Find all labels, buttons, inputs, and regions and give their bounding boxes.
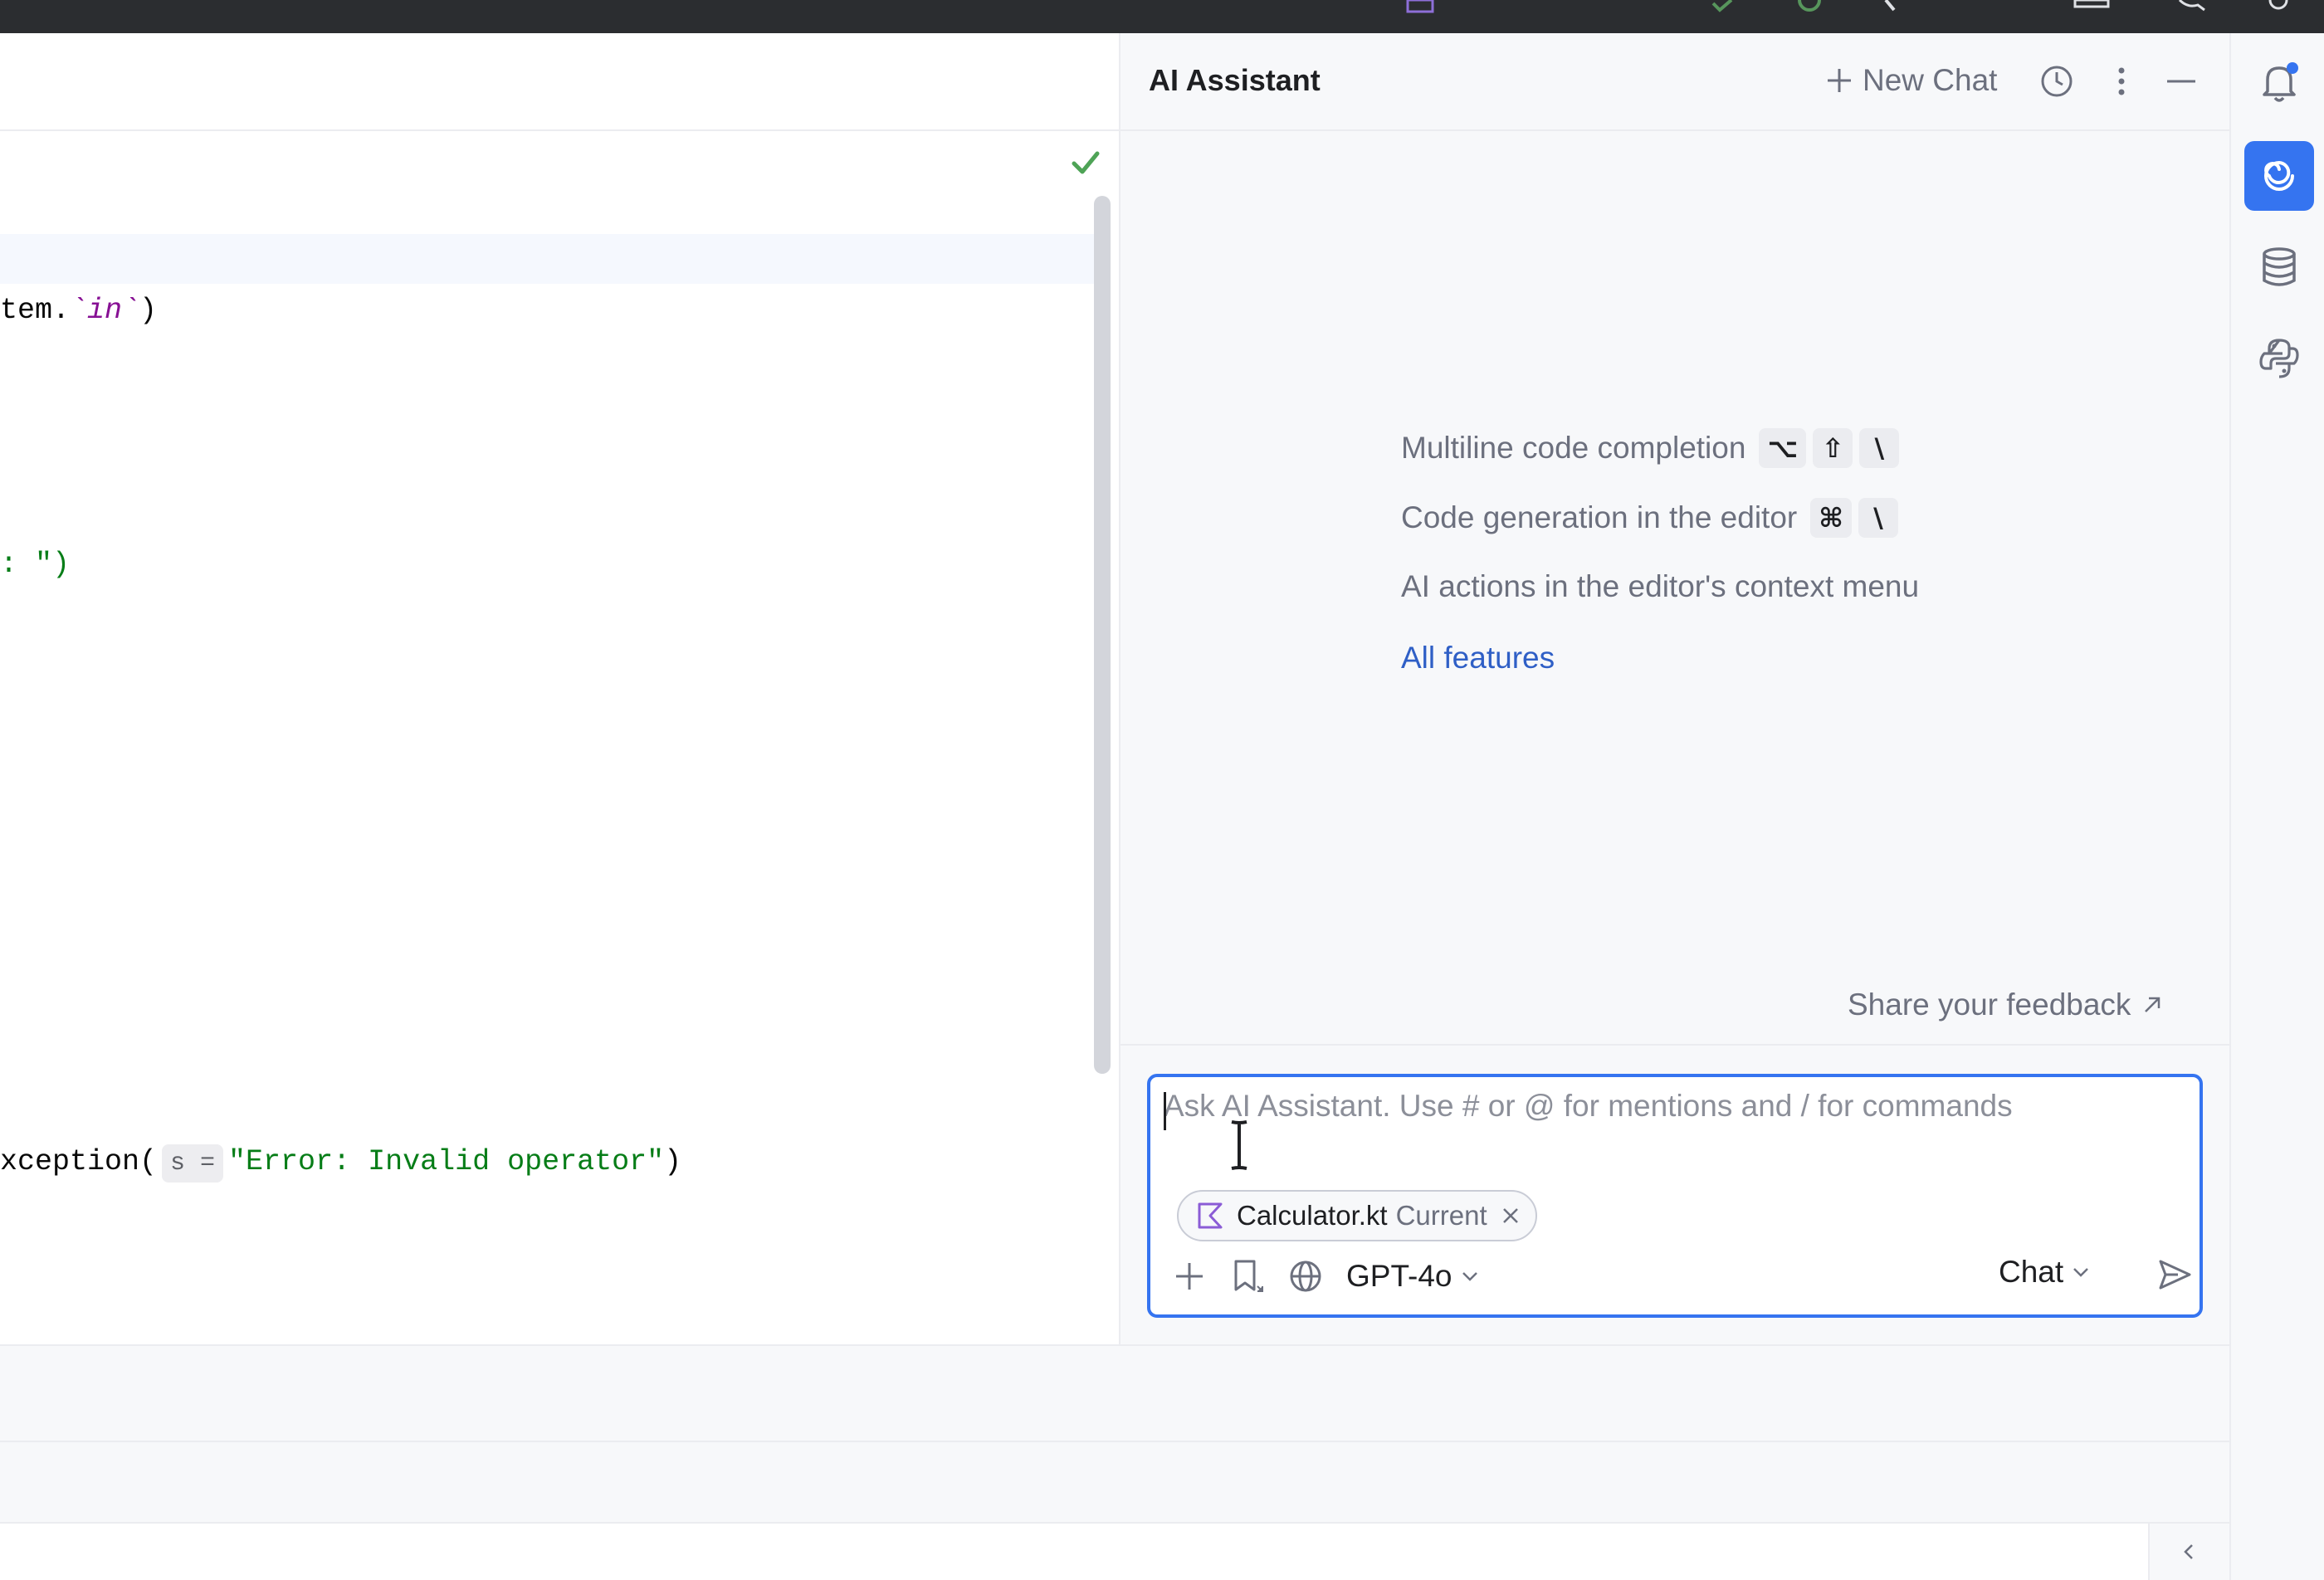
feature-code-generation: Code generation in the editor ⌘ \ xyxy=(1401,498,1898,538)
new-chat-button[interactable]: New Chat xyxy=(1824,60,1997,101)
chevron-left-icon xyxy=(2184,1544,2193,1559)
text-caret xyxy=(1164,1092,1166,1130)
current-line-highlight xyxy=(0,234,1096,284)
context-file-chip[interactable]: Calculator.kt Current xyxy=(1177,1190,1537,1241)
chat-input-box[interactable]: Ask AI Assistant. Use # or @ for mention… xyxy=(1147,1074,2203,1318)
debug-icon[interactable] xyxy=(1881,0,1906,17)
share-feedback-link[interactable]: Share your feedback xyxy=(1848,988,2164,1022)
code-line[interactable]: tem.`in`) xyxy=(0,285,157,335)
editor-scrollbar[interactable] xyxy=(1094,196,1111,1074)
panel-title: AI Assistant xyxy=(1149,63,1321,97)
tool-window-bar xyxy=(0,1441,2229,1522)
model-selector[interactable]: GPT-4o xyxy=(1346,1259,1481,1294)
chevron-down-icon xyxy=(2073,1268,2089,1277)
database-icon[interactable] xyxy=(2244,232,2314,302)
plus-icon xyxy=(1828,69,1851,92)
vcs-check-icon[interactable] xyxy=(1710,0,1735,17)
text-cursor-icon xyxy=(1231,1120,1247,1170)
ai-assistant-icon[interactable] xyxy=(2244,141,2314,211)
key-backslash: \ xyxy=(1859,428,1900,468)
key-shift: ⇧ xyxy=(1813,428,1853,468)
key-command: ⌘ xyxy=(1810,498,1852,538)
code-line[interactable]: xception(s = "Error: Invalid operator") xyxy=(0,1137,681,1187)
chat-input-placeholder[interactable]: Ask AI Assistant. Use # or @ for mention… xyxy=(1164,1089,2160,1124)
key-backslash: \ xyxy=(1858,498,1898,538)
all-features-link[interactable]: All features xyxy=(1401,641,1555,675)
tool-window-bar xyxy=(0,1344,2229,1441)
title-bar xyxy=(0,0,2324,33)
python-icon[interactable] xyxy=(2244,324,2314,393)
right-tool-strip xyxy=(2229,33,2324,1580)
prompt-library-icon[interactable] xyxy=(1228,1257,1267,1295)
code-line[interactable]: : ") xyxy=(0,539,70,589)
status-bar xyxy=(0,1522,2148,1580)
shortcut-keys: ⌘ \ xyxy=(1810,498,1898,538)
notifications-icon[interactable] xyxy=(2244,48,2314,118)
panel-header: AI Assistant New Chat xyxy=(1120,33,2231,131)
project-icon[interactable] xyxy=(1403,0,1439,17)
new-chat-label: New Chat xyxy=(1863,63,1998,97)
input-toolbar: GPT-4o xyxy=(1170,1251,1481,1301)
chevron-down-icon xyxy=(1462,1272,1477,1281)
kotlin-file-icon xyxy=(1198,1202,1223,1229)
history-icon[interactable] xyxy=(2038,63,2075,100)
model-name: GPT-4o xyxy=(1346,1259,1452,1293)
ai-assistant-panel: AI Assistant New Chat Multiline code com… xyxy=(1119,33,2231,1344)
divider xyxy=(1120,1044,2231,1046)
chat-mode-selector[interactable]: Chat xyxy=(1999,1255,2092,1290)
editor-tab-bar xyxy=(0,33,1119,131)
shortcut-keys: ⌥ ⇧ \ xyxy=(1759,428,1900,468)
ide-window: tem.`in`) : ") xception(s = "Error: Inval… xyxy=(0,0,2324,1580)
chip-file-name: Calculator.kt xyxy=(1237,1200,1388,1231)
search-icon[interactable] xyxy=(2171,0,2208,17)
external-arrow-icon xyxy=(2145,997,2160,1012)
more-vertical-icon[interactable] xyxy=(2103,63,2140,100)
chip-tag: Current xyxy=(1395,1200,1487,1231)
feature-ai-actions: AI actions in the editor's context menu xyxy=(1401,569,1920,603)
minimize-icon[interactable] xyxy=(2163,63,2200,100)
parameter-hint: s = xyxy=(162,1144,224,1183)
settings-icon[interactable] xyxy=(2258,0,2299,17)
send-icon[interactable] xyxy=(2153,1253,2196,1296)
collapse-button[interactable] xyxy=(2148,1522,2229,1580)
collab-icon[interactable] xyxy=(2072,0,2113,17)
chat-mode-label: Chat xyxy=(1999,1255,2064,1289)
feature-multiline-completion: Multiline code completion ⌥ ⇧ \ xyxy=(1401,428,1900,468)
web-search-icon[interactable] xyxy=(1286,1257,1325,1295)
code-editor[interactable]: tem.`in`) : ") xception(s = "Error: Inval… xyxy=(0,33,1119,1344)
key-option: ⌥ xyxy=(1759,428,1807,468)
inspection-ok-icon[interactable] xyxy=(1069,146,1102,179)
add-context-icon[interactable] xyxy=(1170,1257,1208,1295)
close-icon[interactable] xyxy=(1499,1204,1522,1227)
run-icon[interactable] xyxy=(1793,0,1826,17)
